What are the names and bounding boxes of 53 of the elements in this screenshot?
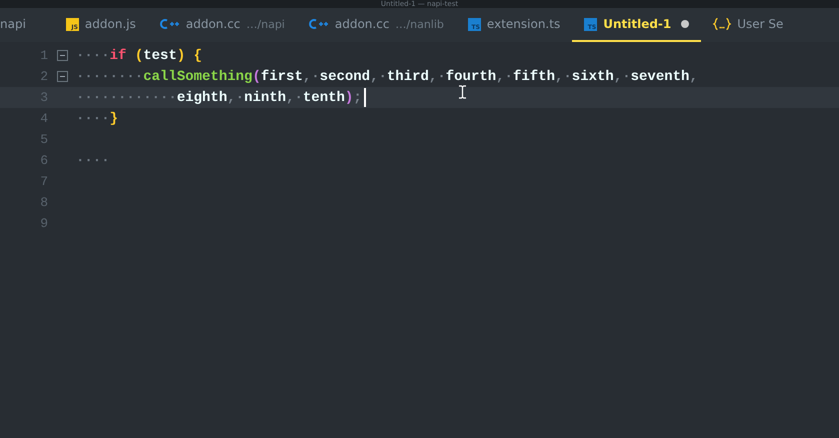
code-token: ,· [496,68,513,84]
line-number: 7 [39,174,48,189]
code-token: third [386,68,429,84]
tab-path: …/napi [246,18,285,30]
code-token: ,· [286,90,303,106]
code-token: ,· [370,68,387,84]
line-number: 9 [39,216,48,231]
braces-icon [713,17,732,31]
code-token: test [143,48,177,64]
editor-tab[interactable]: addon.cc …/napi [148,8,297,42]
code-token: ,· [614,68,631,84]
code-token: } [110,110,118,126]
code-token: ) [344,90,354,106]
code-token: ) { [176,48,202,64]
code-token: if [110,48,128,64]
whitespace-dots: ···· [76,110,110,126]
code-token: ( [252,68,261,84]
line-number: 8 [39,195,48,210]
tab-path: …/nanlib [395,18,444,30]
editor-tab[interactable]: napi [0,8,54,42]
fold-icon[interactable] [56,50,68,61]
code-token: ( [134,48,144,64]
code-token: eighth [176,90,228,106]
whitespace-dots: ···· [76,152,110,168]
whitespace-dots: ········ [76,68,144,84]
ibeam-cursor-icon [458,85,467,99]
code-token: ,· [227,90,244,106]
fold-icon[interactable] [56,71,68,82]
code-token: seventh [630,68,690,84]
code-token: fourth [446,68,496,84]
line-number: 5 [39,132,48,147]
code-token: tenth [302,90,345,106]
code-token: ; [353,90,362,106]
code-token: ,· [302,68,320,84]
code-token: ,· [554,68,572,84]
line-number: 2 [39,69,48,84]
whitespace-dots: ············ [76,90,177,106]
line-number: 1 [39,48,48,63]
editor-tab[interactable]: addon.cc …/nanlib [296,8,456,42]
code-token: , [689,68,698,84]
code-token: ninth [244,90,286,106]
line-number: 4 [39,111,48,126]
whitespace-dots: ···· [76,48,110,64]
code-token: callSomething [143,68,252,84]
code-token: first [260,68,303,84]
cpp-file-icon [160,18,180,30]
editor-tab[interactable]: User Se [701,8,784,42]
code-token: second [320,68,370,84]
line-number: 6 [39,153,48,168]
cpp-file-icon [308,18,329,30]
code-token: fifth [512,68,555,84]
code-token: ,· [428,68,446,84]
code-token: sixth [572,68,614,84]
